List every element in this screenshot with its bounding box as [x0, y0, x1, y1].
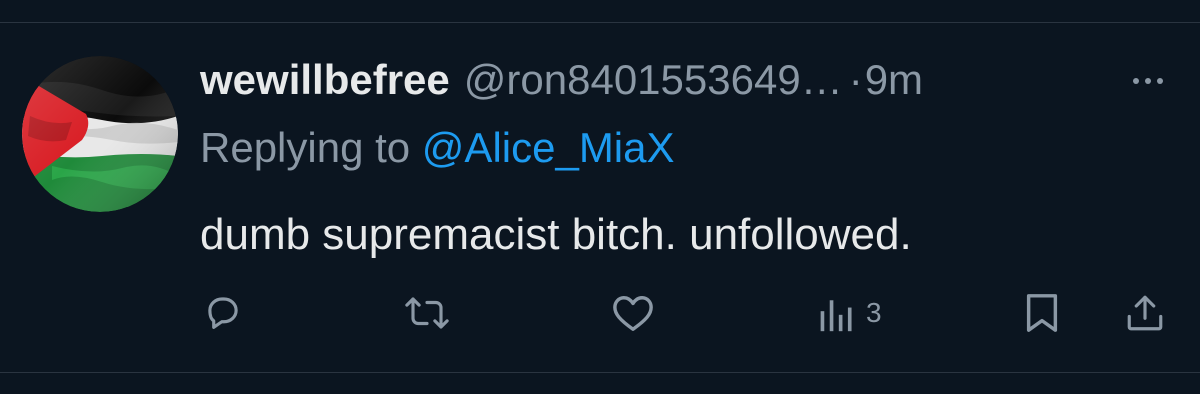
- reply-button[interactable]: [202, 292, 244, 334]
- views-button[interactable]: 3: [818, 292, 882, 334]
- more-dot-icon: [1133, 78, 1139, 84]
- palestine-flag-icon: [22, 56, 178, 212]
- replying-to-mention[interactable]: @Alice_MiaX: [422, 124, 675, 171]
- replying-prefix: Replying to: [200, 124, 411, 171]
- more-options-button[interactable]: [1124, 66, 1172, 96]
- retweet-icon: [405, 297, 449, 329]
- tweet[interactable]: wewillbefree @ron8401553649… · 9m Replyi…: [0, 0, 1200, 394]
- divider-top: [0, 22, 1200, 23]
- divider-bottom: [0, 372, 1200, 373]
- more-dot-icon: [1157, 78, 1163, 84]
- tweet-text: dumb supremacist bitch. unfollowed.: [200, 210, 912, 259]
- views-count: 3: [866, 297, 882, 328]
- bookmark-button[interactable]: [1022, 292, 1062, 334]
- heart-icon: [613, 296, 653, 331]
- timestamp[interactable]: 9m: [865, 56, 923, 104]
- views-icon: [820, 300, 852, 332]
- display-name[interactable]: wewillbefree: [200, 56, 450, 104]
- like-button[interactable]: [610, 292, 656, 334]
- separator-dot: ·: [848, 56, 863, 103]
- share-icon: [1127, 295, 1163, 331]
- share-button[interactable]: [1124, 292, 1166, 334]
- avatar[interactable]: [22, 56, 178, 212]
- replying-to: Replying to @Alice_MiaX: [200, 124, 675, 172]
- reply-icon: [208, 297, 238, 329]
- tweet-header: wewillbefree @ron8401553649… · 9m: [200, 56, 923, 112]
- more-dot-icon: [1145, 78, 1151, 84]
- bookmark-icon: [1026, 294, 1058, 332]
- user-handle[interactable]: @ron8401553649…: [464, 56, 843, 104]
- retweet-button[interactable]: [404, 292, 450, 334]
